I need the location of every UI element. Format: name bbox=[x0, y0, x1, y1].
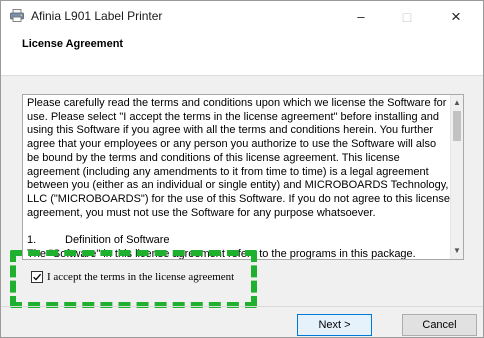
accept-terms-checkbox[interactable] bbox=[31, 271, 43, 283]
close-button[interactable]: × bbox=[433, 1, 479, 32]
vertical-scrollbar[interactable]: ▲ ▼ bbox=[450, 95, 463, 259]
next-button[interactable]: Next > bbox=[297, 314, 372, 336]
license-paragraph: Please carefully read the terms and cond… bbox=[27, 97, 450, 219]
installer-window: Afinia L901 Label Printer – □ × License … bbox=[0, 0, 484, 338]
accept-terms-label[interactable]: I accept the terms in the license agreem… bbox=[47, 271, 234, 283]
accept-terms-row[interactable]: I accept the terms in the license agreem… bbox=[31, 269, 234, 285]
printer-icon bbox=[10, 9, 24, 22]
minimize-button[interactable]: – bbox=[338, 1, 384, 32]
scroll-up-arrow-icon[interactable]: ▲ bbox=[451, 97, 463, 109]
scroll-thumb[interactable] bbox=[453, 111, 461, 141]
window-title: Afinia L901 Label Printer bbox=[31, 9, 163, 23]
page-title: License Agreement bbox=[22, 38, 124, 50]
checkmark-icon bbox=[33, 273, 42, 281]
title-bar[interactable]: Afinia L901 Label Printer – □ × bbox=[1, 1, 483, 32]
cancel-button[interactable]: Cancel bbox=[402, 314, 477, 336]
section-number: 1. bbox=[27, 234, 37, 247]
maximize-button[interactable]: □ bbox=[384, 1, 430, 32]
scroll-down-arrow-icon[interactable]: ▼ bbox=[451, 245, 463, 257]
license-text-box[interactable]: Please carefully read the terms and cond… bbox=[22, 94, 464, 260]
license-section-heading: 1. Definition of Software bbox=[27, 234, 451, 248]
license-text: Please carefully read the terms and cond… bbox=[27, 97, 451, 260]
license-section-text: The "Software" in this license agreement… bbox=[27, 247, 416, 260]
section-title: Definition of Software bbox=[65, 234, 170, 247]
footer-divider bbox=[1, 306, 483, 307]
wizard-header: License Agreement bbox=[1, 32, 483, 76]
